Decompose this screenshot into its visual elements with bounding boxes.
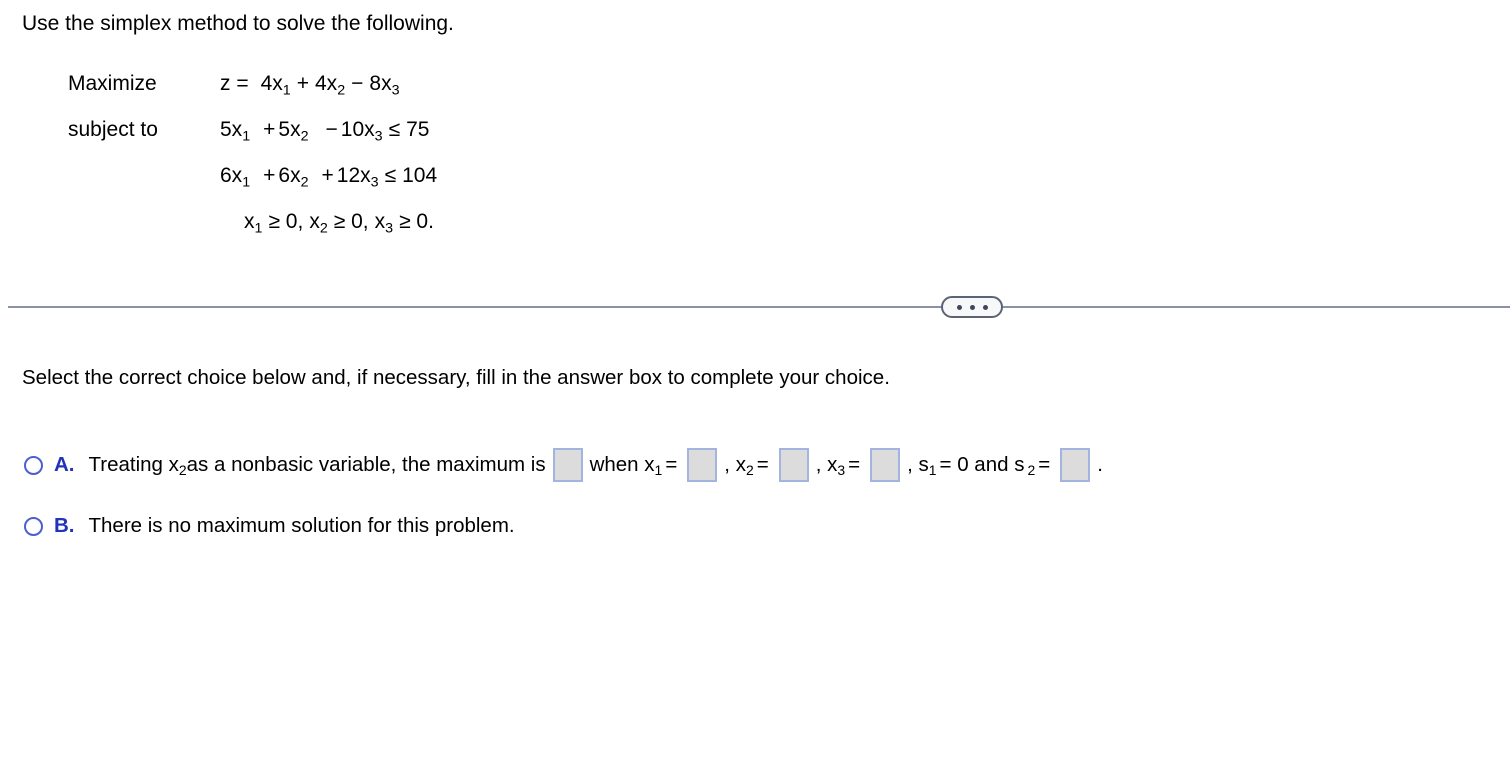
objective-op2: − [351,72,364,95]
choice-a-seg5: , x3 = [815,453,861,479]
subject-to-label: subject to [68,118,158,141]
constraint1-rhs: 75 [406,118,430,141]
constraint1-term2: 5x2 [278,118,309,145]
ellipsis-dot-1 [956,304,962,310]
constraint1-expression: 5x1 +5x2−10x3 ≤75 [220,118,430,145]
objective-row: Maximize z = 4x1 +4x2−8x3 [68,72,440,118]
objective-lhs: z = [220,72,249,95]
page-title: Use the simplex method to solve the foll… [22,12,454,35]
constraint1-op2: − [325,118,338,141]
constraint2-expression: 6x1 +6x2 +12x3 ≤104 [220,164,438,191]
constraint1-term3: 10x3 [340,118,383,145]
constraint2-term1: 6x1 [220,164,251,191]
nonnegativity-expression: x1 ≥ 0, x2 ≥ 0, x3 ≥ 0. [220,210,440,237]
radio-choice-a[interactable] [24,455,43,475]
instruction-text: Select the correct choice below and, if … [22,366,890,389]
x2-value-input[interactable] [778,448,809,482]
choice-b-letter: B. [54,514,75,537]
constraint2-relation: ≤ [384,164,397,187]
constraint2-term3: 12x3 [336,164,379,191]
ellipsis-dot-3 [982,304,988,310]
x1-value-input[interactable] [687,448,718,482]
choice-b-text: There is no maximum solution for this pr… [88,514,515,537]
choice-b[interactable]: B. There is no maximum solution for this… [24,514,515,538]
choice-a-seg2: as a nonbasic variable, the maximum is [186,453,546,476]
constraint1-op1: + [263,118,276,141]
objective-op1: + [296,72,309,95]
constraint1-relation: ≤ [388,118,401,141]
nonneg-rel1: ≥ 0, [268,210,304,233]
choice-a-letter: A. [54,453,75,476]
nonnegativity-row: x1 ≥ 0, x2 ≥ 0, x3 ≥ 0. [68,210,440,256]
maximum-value-input[interactable] [552,448,583,482]
choice-a[interactable]: A. Treating x2 as a nonbasic variable, t… [24,448,1103,482]
choice-a-period: . [1097,453,1103,476]
objective-label: Maximize [68,72,157,95]
objective-term2: 4x2 [315,72,346,99]
nonneg-var3: x3 [374,210,394,237]
section-divider [8,306,1510,308]
constraint2-op1: + [263,164,276,187]
constraint1-term1: 5x1 [220,118,251,145]
constraint-row-1: subject to 5x1 +5x2−10x3 ≤75 [68,118,440,164]
ellipsis-icon[interactable] [941,296,1003,318]
x3-value-input[interactable] [870,448,901,482]
constraint2-op2: + [321,164,334,187]
objective-term1: 4x1 [260,72,291,99]
nonneg-var2: x2 [309,210,328,237]
objective-expression: z = 4x1 +4x2−8x3 [220,72,400,99]
problem-statement: Maximize z = 4x1 +4x2−8x3 subject to 5x1 +5… [68,72,440,256]
choice-a-text: Treating x2 as a nonbasic variable, the … [89,448,1103,482]
nonneg-rel3: ≥ 0. [399,210,434,233]
s2-value-input[interactable] [1060,448,1091,482]
ellipsis-dot-2 [969,304,975,310]
nonneg-var1: x1 [244,210,263,237]
constraint-row-2: 6x1 +6x2 +12x3 ≤104 [68,164,440,210]
choice-a-seg6: , s1 = 0 and s 2 = [907,453,1051,479]
choice-a-seg3: when x1 = [589,453,678,479]
constraint2-rhs: 104 [402,164,438,187]
radio-choice-b[interactable] [24,516,43,536]
objective-term3: 8x3 [369,72,400,99]
choice-a-seg1: Treating x2 [88,453,187,479]
nonneg-rel2: ≥ 0, [333,210,369,233]
choice-a-seg4: , x2 = [724,453,769,479]
constraint2-term2: 6x2 [278,164,309,191]
